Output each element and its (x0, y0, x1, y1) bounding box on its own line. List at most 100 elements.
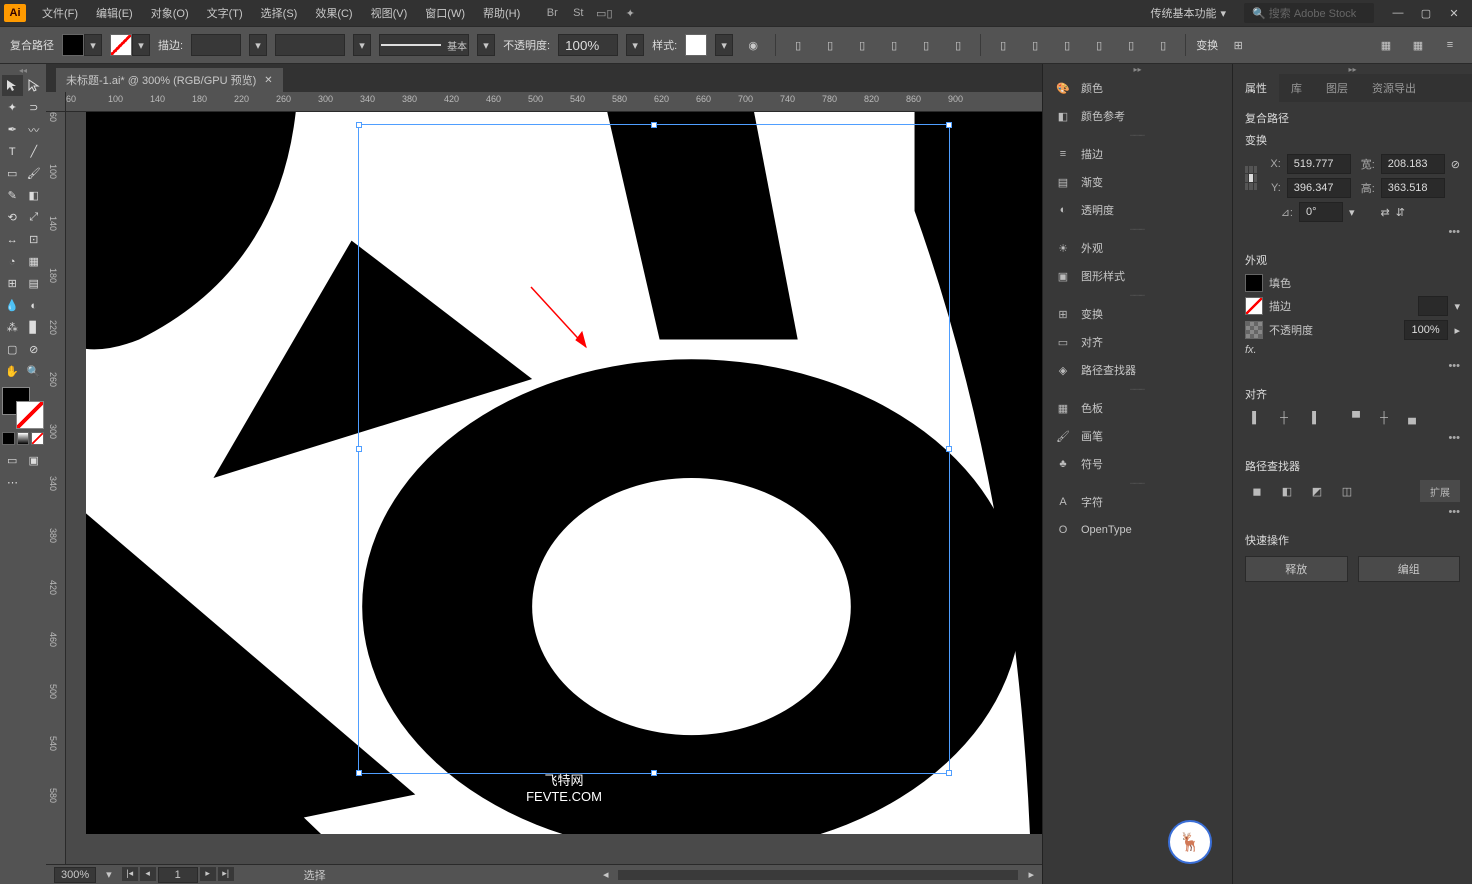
panel-颜色[interactable]: 🎨颜色 (1043, 74, 1232, 102)
flip-v-icon[interactable]: ⇵ (1396, 206, 1405, 219)
first-artboard-button[interactable]: |◂ (122, 867, 138, 881)
prev-artboard-button[interactable]: ◂ (140, 867, 156, 881)
menu-object[interactable]: 对象(O) (143, 2, 197, 24)
recolor-icon[interactable]: ◉ (741, 34, 765, 56)
align-top-icon[interactable]: ▯ (882, 34, 906, 56)
width-tool[interactable]: ↔ (2, 229, 23, 250)
panel-渐变[interactable]: ▤渐变 (1043, 168, 1232, 196)
distribute-v-icon[interactable]: ▯ (1023, 34, 1047, 56)
transform-panel-icon[interactable]: ⊞ (1226, 34, 1250, 56)
align-bottom-icon[interactable]: ▯ (946, 34, 970, 56)
align-left-btn[interactable]: ▌ (1245, 408, 1267, 428)
release-button[interactable]: 释放 (1245, 556, 1348, 582)
next-artboard-button[interactable]: ▸ (200, 867, 216, 881)
brush-definition[interactable]: 基本 (379, 34, 469, 56)
group-button[interactable]: 编组 (1358, 556, 1461, 582)
ruler-horizontal[interactable]: 6010014018022026030034038042046050054058… (66, 92, 1042, 112)
pf-unite[interactable]: ◼ (1245, 480, 1269, 502)
edit-icon[interactable]: ▦ (1406, 34, 1430, 56)
pathfinder-more[interactable]: ••• (1245, 506, 1460, 518)
appearance-stroke-dd[interactable]: ▾ (1454, 300, 1460, 313)
zoom-level[interactable]: 300% (54, 867, 96, 883)
graphic-style-swatch[interactable] (685, 34, 707, 56)
align-left-icon[interactable]: ▯ (786, 34, 810, 56)
h-input[interactable] (1381, 178, 1445, 198)
stroke-weight-dd[interactable]: ▾ (249, 34, 267, 56)
stock-icon[interactable]: St (568, 3, 588, 23)
distribute-6-icon[interactable]: ▯ (1151, 34, 1175, 56)
pf-exclude[interactable]: ◫ (1335, 480, 1359, 502)
reference-point[interactable] (1245, 166, 1257, 190)
gpu-icon[interactable]: ✦ (620, 3, 640, 23)
graph-tool[interactable]: ▊ (24, 317, 45, 338)
tab-asset-export[interactable]: 资源导出 (1360, 74, 1428, 102)
distribute-h-icon[interactable]: ▯ (991, 34, 1015, 56)
transform-more[interactable]: ••• (1245, 226, 1460, 238)
artboard-number[interactable]: 1 (158, 867, 198, 883)
align-more[interactable]: ••• (1245, 432, 1460, 444)
pf-intersect[interactable]: ◩ (1305, 480, 1329, 502)
appearance-more[interactable]: ••• (1245, 360, 1460, 372)
panel-透明度[interactable]: ◐透明度 (1043, 196, 1232, 224)
appearance-stroke-swatch[interactable] (1245, 297, 1263, 315)
distribute-4-icon[interactable]: ▯ (1087, 34, 1111, 56)
isolate-icon[interactable]: ▦ (1374, 34, 1398, 56)
brush-dd[interactable]: ▾ (477, 34, 495, 56)
minimize-button[interactable]: — (1384, 3, 1412, 23)
screen-mode-normal[interactable]: ▭ (2, 450, 23, 471)
angle-dd[interactable]: ▾ (1349, 206, 1355, 219)
shaper-tool[interactable]: ✎ (2, 185, 23, 206)
tab-layers[interactable]: 图层 (1314, 74, 1360, 102)
perspective-tool[interactable]: ▦ (24, 251, 45, 272)
document-tab[interactable]: 未标题-1.ai* @ 300% (RGB/GPU 预览) ✕ (56, 68, 283, 92)
stroke-weight-input[interactable] (191, 34, 241, 56)
distribute-5-icon[interactable]: ▯ (1119, 34, 1143, 56)
panel-颜色参考[interactable]: ◧颜色参考 (1043, 102, 1232, 130)
color-mode-solid[interactable] (2, 432, 15, 445)
arrange-icon[interactable]: ▭▯ (594, 3, 614, 23)
pf-minus-front[interactable]: ◧ (1275, 480, 1299, 502)
align-hcenter-btn[interactable]: ┼ (1273, 408, 1295, 428)
toolbox-handle[interactable]: ◂◂ (2, 66, 44, 74)
scale-tool[interactable]: ⤢ (24, 207, 45, 228)
vwp-dd[interactable]: ▾ (353, 34, 371, 56)
panel-路径查找器[interactable]: ◈路径查找器 (1043, 356, 1232, 384)
eyedropper-tool[interactable]: 💧 (2, 295, 23, 316)
shape-builder-tool[interactable]: ◔ (2, 251, 23, 272)
align-right-btn[interactable]: ▐ (1301, 408, 1323, 428)
zoom-dd-icon[interactable]: ▾ (106, 868, 112, 881)
fill-dropdown[interactable]: ▾ (84, 34, 102, 56)
appearance-stroke-weight[interactable] (1418, 296, 1448, 316)
align-hcenter-icon[interactable]: ▯ (818, 34, 842, 56)
zoom-tool[interactable]: 🔍 (24, 361, 45, 382)
stroke-dropdown[interactable]: ▾ (132, 34, 150, 56)
scroll-left-icon[interactable]: ◂ (603, 868, 609, 881)
dock-handle[interactable]: ▸▸ (1043, 64, 1232, 74)
type-tool[interactable]: T (2, 141, 23, 162)
stroke-swatch[interactable] (110, 34, 132, 56)
align-vcenter-icon[interactable]: ▯ (914, 34, 938, 56)
appearance-opacity-input[interactable] (1404, 320, 1448, 340)
edit-toolbar[interactable]: ⋯ (2, 472, 23, 493)
last-artboard-button[interactable]: ▸| (218, 867, 234, 881)
maximize-button[interactable]: ▢ (1412, 3, 1440, 23)
stroke-color[interactable] (16, 401, 44, 429)
opacity-dd[interactable]: ▾ (626, 34, 644, 56)
panel-对齐[interactable]: ▭对齐 (1043, 328, 1232, 356)
curvature-tool[interactable]: 〰 (24, 119, 45, 140)
panel-外观[interactable]: ☀外观 (1043, 234, 1232, 262)
scroll-right-icon[interactable]: ▸ (1028, 868, 1034, 881)
fx-label[interactable]: fx. (1245, 344, 1257, 356)
align-top-btn[interactable]: ▀ (1345, 408, 1367, 428)
flip-h-icon[interactable]: ⇄ (1381, 206, 1390, 219)
panel-OpenType[interactable]: OOpenType (1043, 516, 1232, 544)
menu-view[interactable]: 视图(V) (363, 2, 416, 24)
menu-select[interactable]: 选择(S) (253, 2, 306, 24)
align-right-icon[interactable]: ▯ (850, 34, 874, 56)
variable-width-profile[interactable] (275, 34, 345, 56)
screen-mode-full[interactable]: ▣ (24, 450, 45, 471)
close-button[interactable]: ✕ (1440, 3, 1468, 23)
tab-libraries[interactable]: 库 (1279, 74, 1314, 102)
blend-tool[interactable]: ◐ (24, 295, 45, 316)
menu-edit[interactable]: 编辑(E) (88, 2, 141, 24)
